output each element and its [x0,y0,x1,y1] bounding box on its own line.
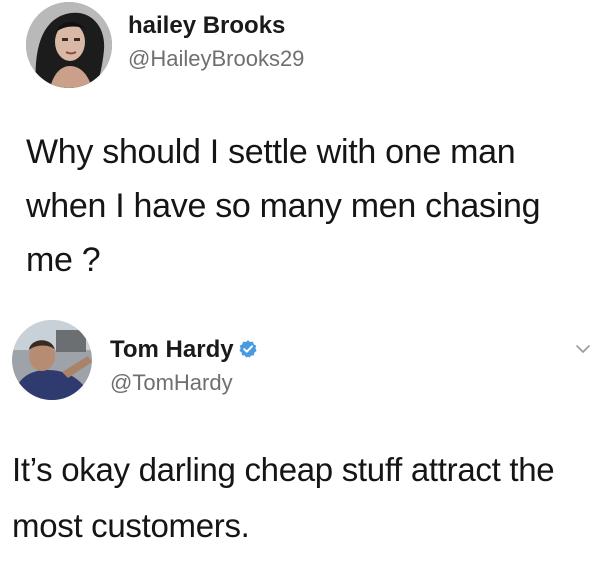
profile-photo-man-icon [12,320,92,400]
tweet-text-line: most customers. [12,507,250,544]
profile-photo-woman-icon [26,2,112,88]
user-handle[interactable]: @TomHardy [110,370,233,396]
display-name-label: Tom Hardy [110,336,234,363]
tweet-text-line: when I have so many men chasing [26,187,541,225]
avatar[interactable] [26,2,112,88]
avatar[interactable] [12,320,92,400]
tweet-text: It’s okay darling cheap stuff attract th… [12,442,582,554]
verified-badge-icon [238,340,257,358]
display-name[interactable]: hailey Brooks [128,12,285,40]
tweet: hailey Brooks @HaileyBrooks29 Why should… [0,0,602,300]
tweet-text-line: me ? [26,241,101,279]
tweet: Tom Hardy @TomHardy It’s okay darling ch… [0,312,602,565]
display-name[interactable]: Tom Hardy [110,336,258,364]
tweet-text: Why should I settle with one man when I … [26,125,582,287]
chevron-down-icon[interactable] [574,340,592,358]
tweet-text-line: It’s okay darling cheap stuff attract th… [12,451,555,488]
tweet-text-line: Why should I settle with one man [26,133,516,171]
user-handle[interactable]: @HaileyBrooks29 [128,46,304,72]
